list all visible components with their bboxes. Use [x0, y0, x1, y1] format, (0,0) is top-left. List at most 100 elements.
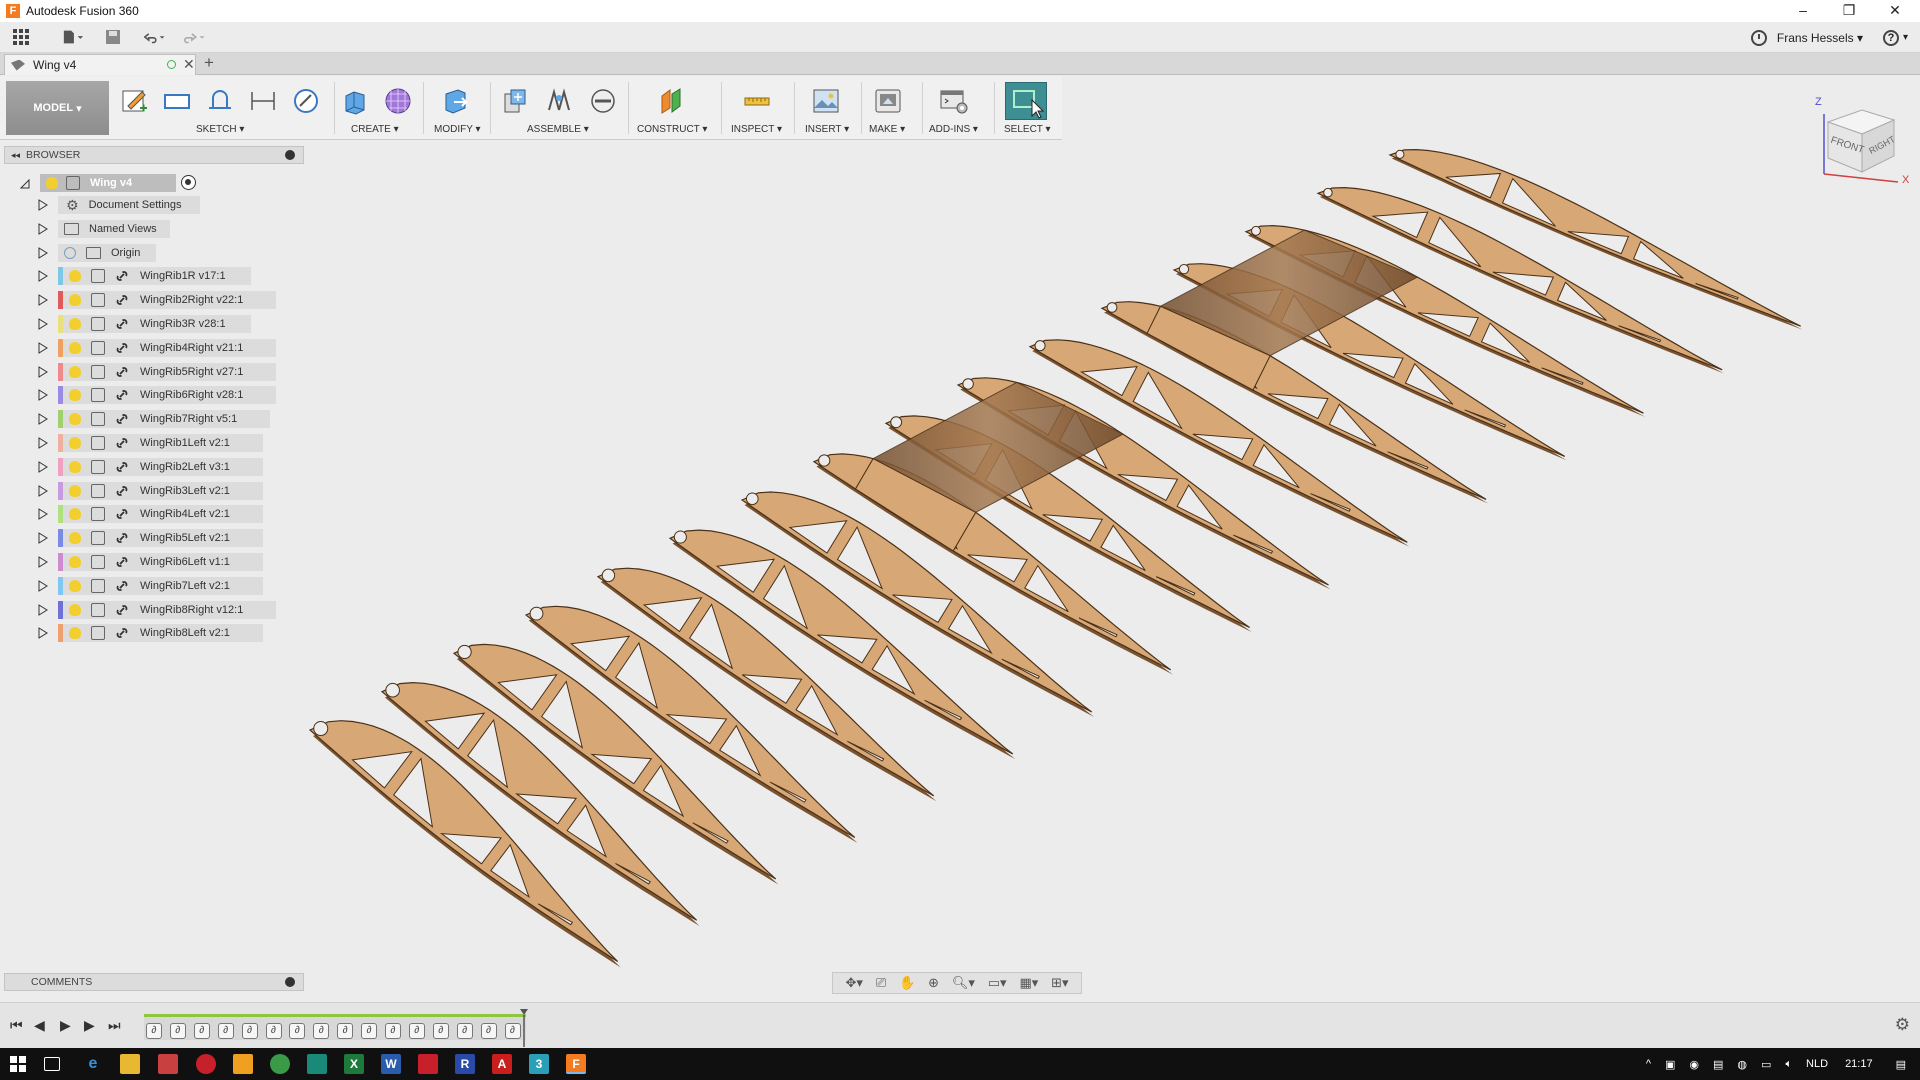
root-chip[interactable]: Wing v4 — [40, 174, 176, 192]
joint-icon[interactable] — [544, 86, 574, 116]
visibility-bulb-icon[interactable] — [46, 177, 58, 189]
data-panel-grid-icon[interactable] — [10, 26, 32, 48]
browser-item-chip[interactable]: WingRib6Right v28:1 — [58, 386, 276, 405]
collapse-browser-icon[interactable]: ◂◂ — [11, 150, 20, 161]
browser-item[interactable]: WingRib2Right v22:1 — [38, 289, 276, 311]
play-icon[interactable]: ▶ — [60, 1017, 71, 1034]
acrobat-icon[interactable]: A — [492, 1054, 512, 1074]
press-pull-icon[interactable] — [440, 86, 470, 116]
visibility-bulb-icon[interactable] — [69, 294, 81, 307]
file-menu-icon[interactable] — [62, 26, 84, 48]
expand-arrow-icon[interactable] — [38, 603, 48, 616]
user-account-menu[interactable]: Frans Hessels ▾ — [1777, 31, 1863, 45]
visibility-bulb-icon[interactable] — [69, 437, 81, 449]
browser-item-chip[interactable]: ⚙ Document Settings — [58, 196, 200, 214]
browser-item[interactable]: WingRib1R v17:1 — [38, 265, 258, 287]
visibility-bulb-icon[interactable] — [69, 508, 81, 521]
pan-icon[interactable]: ✋ — [899, 975, 915, 991]
taskbar-app-icon[interactable] — [158, 1054, 178, 1074]
assemble-group-menu[interactable]: ASSEMBLE ▾ — [527, 124, 589, 135]
browser-item-chip[interactable]: WingRib2Right v22:1 — [58, 291, 276, 310]
clock[interactable]: 21:17 — [1845, 1058, 1873, 1070]
timeline-component-feature[interactable]: ∂ — [313, 1023, 330, 1039]
timeline-component-feature[interactable]: ∂ — [193, 1023, 210, 1039]
visibility-bulb-off-icon[interactable] — [64, 246, 76, 259]
addins-group-menu[interactable]: ADD-INS ▾ — [929, 124, 978, 135]
create-group-menu[interactable]: CREATE ▾ — [351, 124, 399, 135]
close-button[interactable]: ✕ — [1872, 0, 1918, 22]
browser-item[interactable]: WingRib4Left v2:1 — [38, 503, 264, 525]
select-tool-button[interactable] — [1005, 82, 1047, 120]
expand-arrow-icon[interactable] — [38, 437, 48, 449]
tray-icon[interactable]: ◉ — [1689, 1058, 1699, 1071]
taskbar-app-icon[interactable]: R — [455, 1054, 475, 1074]
taskbar-app-icon[interactable] — [307, 1054, 327, 1074]
browser-item-chip[interactable]: WingRib6Left v1:1 — [58, 553, 264, 571]
wing-ribs-model[interactable] — [308, 148, 1803, 968]
tray-overflow-icon[interactable]: ^ — [1646, 1058, 1651, 1070]
project-icon[interactable] — [205, 86, 235, 116]
browser-item[interactable]: ⚙ Document Settings — [38, 194, 258, 216]
browser-item[interactable]: WingRib3Left v2:1 — [38, 480, 264, 502]
volume-icon[interactable]: 🔈︎ — [1785, 1058, 1792, 1071]
expand-arrow-icon[interactable] — [38, 484, 48, 497]
expand-arrow-icon[interactable] — [38, 318, 48, 330]
go-to-end-icon[interactable]: ⏭ — [108, 1017, 121, 1034]
comments-pin-icon[interactable] — [285, 977, 295, 987]
expand-arrow-icon[interactable] — [38, 413, 48, 426]
close-tab-button[interactable]: ✕ — [183, 56, 195, 73]
browser-item[interactable]: Named Views — [38, 218, 258, 240]
viewports-icon[interactable]: ⊞▾ — [1051, 975, 1068, 991]
expand-arrow-icon[interactable] — [38, 222, 48, 235]
timeline-component-feature[interactable]: ∂ — [169, 1023, 186, 1039]
visibility-bulb-icon[interactable] — [69, 318, 81, 330]
new-tab-button[interactable]: + — [204, 53, 214, 73]
browser-item[interactable]: Origin — [38, 242, 258, 264]
expand-arrow-icon[interactable] — [38, 627, 48, 640]
expand-arrow-icon[interactable] — [38, 532, 48, 545]
expand-arrow-icon[interactable] — [38, 556, 48, 568]
timeline-component-feature[interactable]: ∂ — [217, 1023, 234, 1039]
file-explorer-icon[interactable] — [120, 1054, 140, 1074]
timeline-component-feature[interactable]: ∂ — [241, 1023, 258, 1039]
measure-icon[interactable] — [742, 86, 772, 116]
visibility-bulb-icon[interactable] — [69, 627, 81, 640]
browser-item-chip[interactable]: WingRib1Left v2:1 — [58, 434, 264, 452]
expand-arrow-icon[interactable] — [38, 270, 48, 283]
insert-group-menu[interactable]: INSERT ▾ — [805, 124, 849, 135]
activate-component-radio[interactable] — [181, 175, 196, 190]
browser-item[interactable]: WingRib2Left v3:1 — [38, 456, 264, 478]
browser-item-chip[interactable]: Named Views — [58, 219, 170, 238]
browser-panel-header[interactable]: ◂◂ BROWSER — [4, 146, 304, 164]
3d-print-icon[interactable] — [873, 86, 903, 116]
visibility-bulb-icon[interactable] — [69, 389, 81, 402]
visibility-bulb-icon[interactable] — [69, 603, 81, 616]
taskbar-app-icon[interactable] — [418, 1054, 438, 1074]
timeline-component-feature[interactable]: ∂ — [385, 1023, 401, 1039]
visibility-bulb-icon[interactable] — [69, 365, 81, 378]
tray-icon[interactable]: ▤ — [1713, 1058, 1723, 1071]
visibility-bulb-icon[interactable] — [69, 413, 81, 426]
network-icon[interactable]: ▭ — [1761, 1058, 1771, 1071]
taskbar-app-icon[interactable]: 3 — [529, 1054, 549, 1074]
visibility-bulb-icon[interactable] — [69, 341, 81, 354]
timeline-component-feature[interactable]: ∂ — [456, 1023, 473, 1039]
look-at-icon[interactable]: ⎚ — [876, 975, 886, 991]
browser-item[interactable]: WingRib8Right v12:1 — [38, 599, 276, 621]
timeline-component-feature[interactable]: ∂ — [146, 1023, 162, 1039]
browser-item-chip[interactable]: WingRib3R v28:1 — [58, 315, 251, 333]
go-to-start-icon[interactable]: ⏮ — [10, 1017, 23, 1034]
extrude-icon[interactable] — [340, 86, 370, 116]
create-form-icon[interactable] — [383, 86, 413, 116]
word-icon[interactable]: W — [381, 1054, 401, 1074]
3d-viewport[interactable] — [0, 140, 1920, 1000]
step-forward-icon[interactable]: ▶ — [84, 1017, 95, 1034]
step-back-icon[interactable]: ◀ — [34, 1017, 45, 1034]
browser-item-chip[interactable]: WingRib7Left v2:1 — [58, 576, 264, 595]
taskbar-app-icon[interactable] — [233, 1054, 253, 1074]
browser-item[interactable]: WingRib1Left v2:1 — [38, 432, 264, 454]
timeline-component-feature[interactable]: ∂ — [289, 1023, 306, 1039]
redo-icon[interactable] — [184, 26, 206, 48]
expand-arrow-icon[interactable] — [38, 365, 48, 378]
timeline-component-feature[interactable]: ∂ — [408, 1023, 425, 1039]
